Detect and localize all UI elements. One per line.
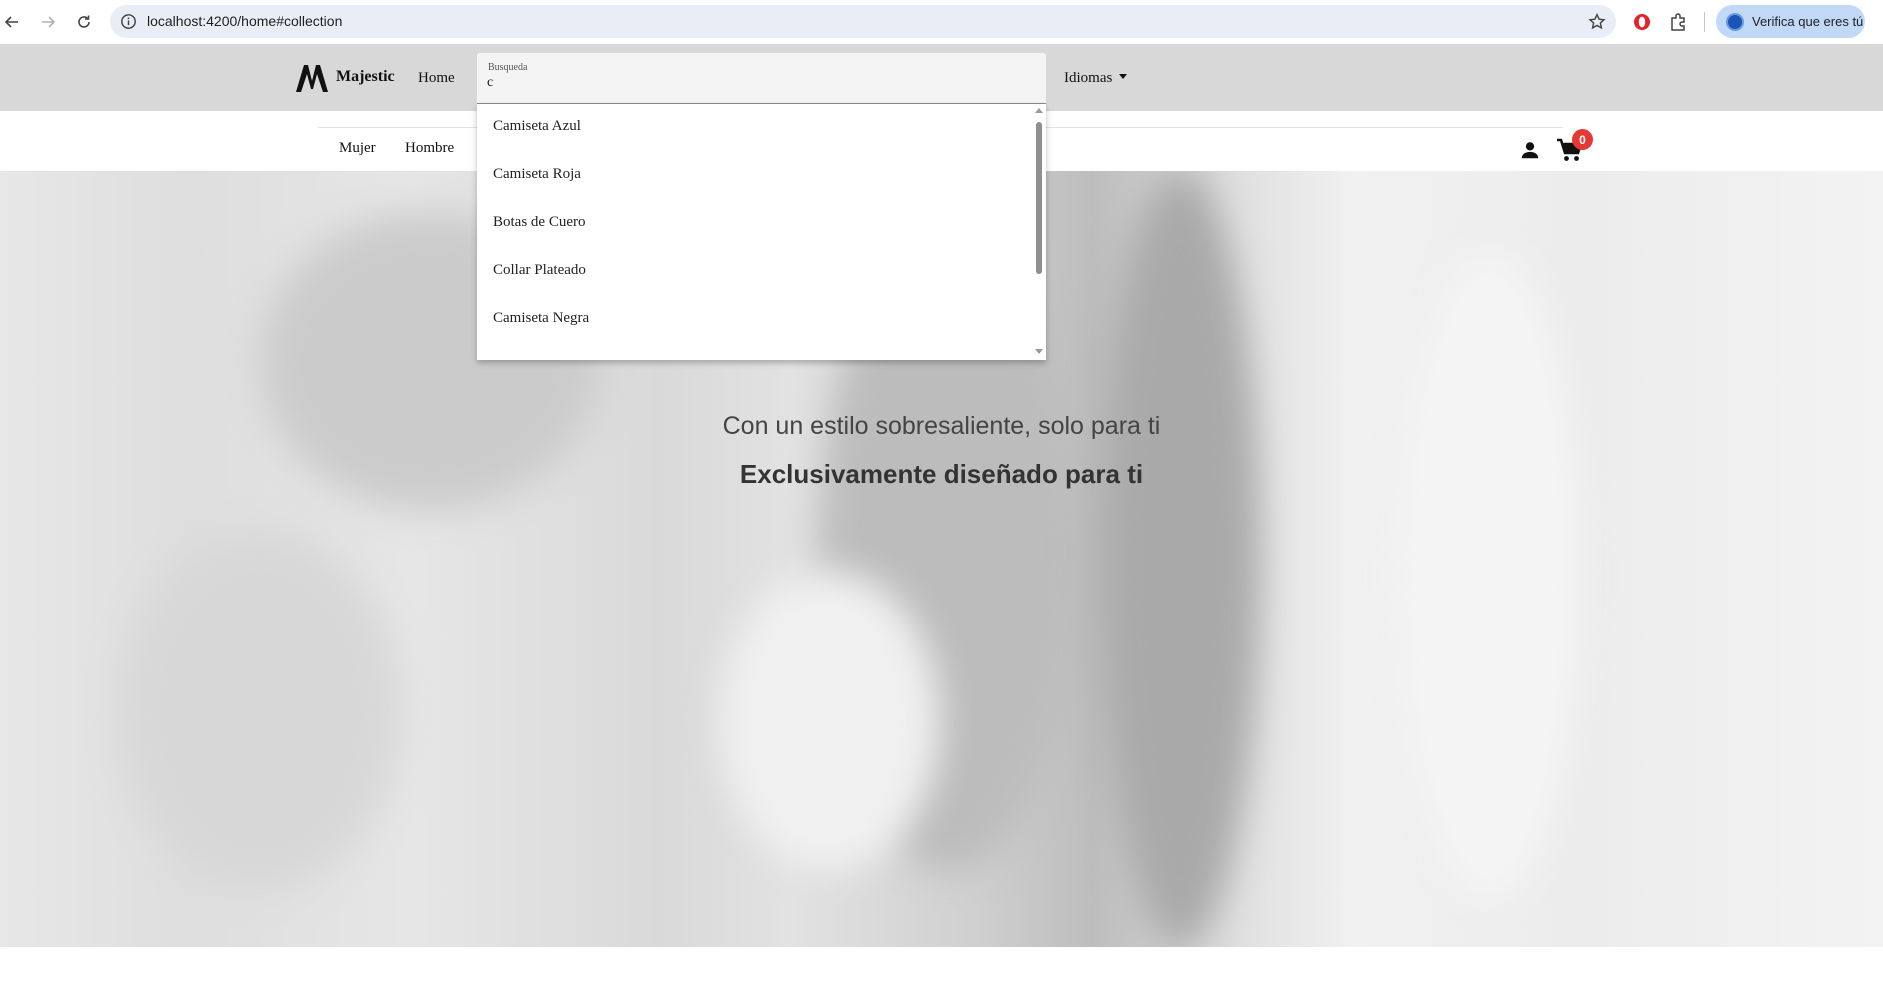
opera-extension-icon[interactable] bbox=[1632, 12, 1652, 32]
autocomplete-option[interactable]: Collar Plateado bbox=[493, 262, 586, 279]
search-input[interactable] bbox=[487, 75, 1027, 91]
cart-count-badge: 0 bbox=[1572, 129, 1593, 150]
autocomplete-option[interactable]: Camiseta Negra bbox=[493, 310, 589, 327]
category-mujer[interactable]: Mujer bbox=[339, 140, 376, 157]
languages-dropdown[interactable]: Idiomas bbox=[1064, 70, 1128, 87]
forward-icon[interactable] bbox=[36, 10, 60, 34]
majestic-logo-icon[interactable] bbox=[295, 63, 329, 93]
hero-headline: Exclusivamente diseñado para ti bbox=[739, 459, 1144, 489]
url-text[interactable]: localhost:4200/home#collection bbox=[147, 13, 342, 29]
hero-background-shape bbox=[120, 531, 400, 891]
hero-background-shape bbox=[1400, 251, 1580, 901]
search-field[interactable]: Busqueda bbox=[477, 53, 1046, 104]
bookmark-star-icon[interactable] bbox=[1588, 13, 1606, 31]
scroll-down-arrow-icon[interactable] bbox=[1035, 349, 1043, 354]
nav-home-link[interactable]: Home bbox=[418, 70, 455, 87]
hero-tagline: Con un estilo sobresaliente, solo para t… bbox=[722, 412, 1161, 440]
profile-button[interactable]: Verifica que eres tú bbox=[1716, 5, 1865, 38]
scrollbar-thumb[interactable] bbox=[1036, 122, 1042, 274]
hero-background-shape bbox=[720, 571, 940, 871]
scroll-up-arrow-icon[interactable] bbox=[1035, 108, 1043, 113]
profile-avatar-icon bbox=[1726, 13, 1744, 31]
back-icon[interactable] bbox=[0, 10, 24, 34]
autocomplete-option[interactable]: Camiseta Roja bbox=[493, 166, 581, 183]
site-info-icon[interactable] bbox=[120, 13, 137, 30]
brand-name[interactable]: Majestic bbox=[336, 68, 395, 86]
reload-icon[interactable] bbox=[72, 10, 96, 34]
user-account-icon[interactable] bbox=[1519, 139, 1541, 161]
hero-background-shape bbox=[1100, 171, 1260, 947]
autocomplete-option[interactable]: Camiseta Azul bbox=[493, 118, 581, 135]
caret-down-icon bbox=[1119, 74, 1128, 79]
address-bar[interactable]: localhost:4200/home#collection bbox=[110, 5, 1616, 38]
autocomplete-panel[interactable]: Camiseta Azul Camiseta Roja Botas de Cue… bbox=[477, 104, 1046, 360]
languages-label: Idiomas bbox=[1064, 70, 1113, 86]
extensions-puzzle-icon[interactable] bbox=[1668, 11, 1690, 33]
browser-toolbar: localhost:4200/home#collection Verifica … bbox=[0, 0, 1883, 44]
category-hombre[interactable]: Hombre bbox=[405, 140, 454, 157]
toolbar-divider bbox=[1704, 12, 1705, 32]
profile-label: Verifica que eres tú bbox=[1752, 14, 1864, 29]
autocomplete-option[interactable]: Botas de Cuero bbox=[493, 214, 585, 231]
search-label: Busqueda bbox=[488, 62, 528, 73]
